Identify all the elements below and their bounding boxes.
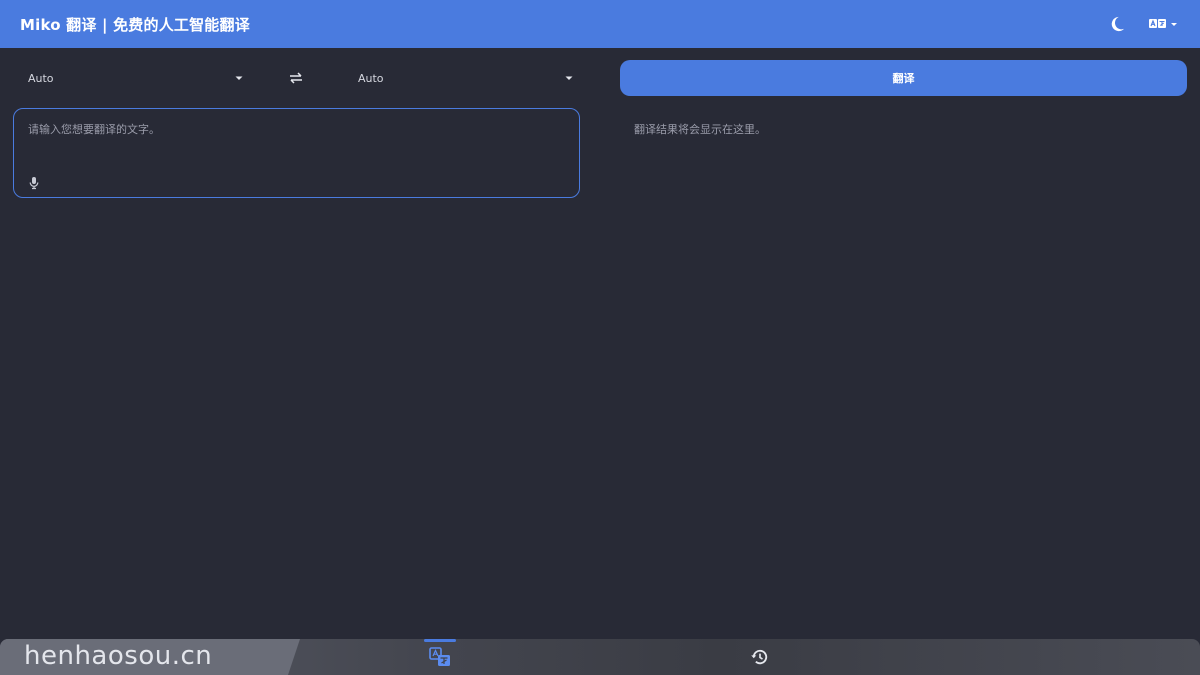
history-icon (751, 649, 768, 665)
source-language-label: Auto (28, 71, 54, 85)
caret-down-icon (565, 76, 573, 80)
language-menu-button[interactable] (1148, 17, 1178, 31)
voice-input-button[interactable] (28, 175, 40, 194)
language-selector-row: Auto Auto (14, 62, 580, 94)
bottom-navigation: henhaosou.cn (0, 639, 1200, 675)
nav-translate-tab[interactable] (410, 639, 470, 675)
watermark: henhaosou.cn (24, 641, 213, 671)
app-bar: Miko 翻译 | 免费的人工智能翻译 (0, 0, 1200, 48)
source-text-input[interactable] (28, 121, 564, 171)
target-language-label: Auto (358, 71, 384, 85)
swap-icon (290, 72, 302, 84)
target-language-select[interactable]: Auto (344, 62, 574, 94)
source-language-select[interactable]: Auto (14, 62, 244, 94)
translate-button[interactable]: 翻译 (620, 60, 1187, 96)
app-title: Miko 翻译 | 免费的人工智能翻译 (20, 15, 250, 34)
nav-history-tab[interactable] (730, 639, 790, 675)
moon-icon (1111, 16, 1125, 32)
microphone-icon (29, 177, 39, 190)
swap-languages-button[interactable] (288, 70, 304, 90)
caret-down-icon (235, 76, 243, 80)
caret-down-icon (1171, 23, 1177, 26)
app-bar-actions (1108, 0, 1178, 48)
dark-mode-toggle[interactable] (1108, 15, 1126, 33)
active-tab-indicator (424, 639, 456, 642)
translate-icon (429, 647, 450, 666)
source-text-box (13, 108, 580, 198)
translate-language-icon (1149, 19, 1166, 28)
translation-result-placeholder: 翻译结果将会显示在这里。 (634, 123, 766, 136)
